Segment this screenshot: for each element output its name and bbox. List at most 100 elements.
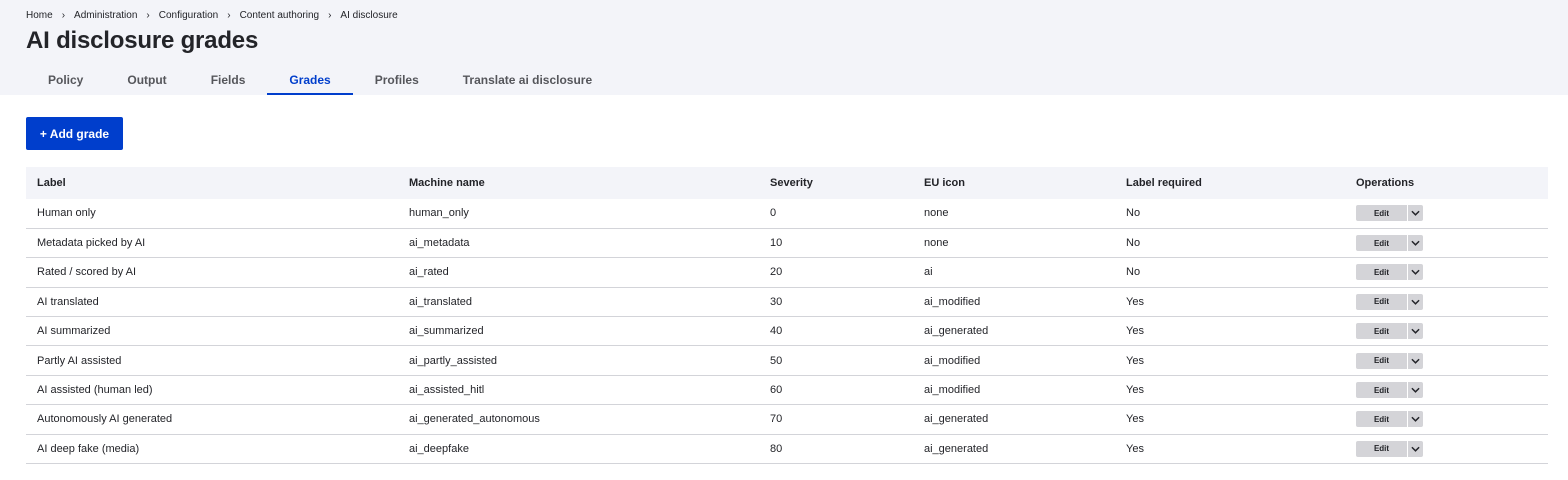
- edit-button[interactable]: Edit: [1356, 440, 1407, 457]
- table-row: AI summarized ai_summarized 40 ai_generated…: [26, 316, 1548, 347]
- table-row: Metadata picked by AI ai_metadata 10 none No…: [26, 228, 1548, 259]
- operations-dropbutton: Edit: [1356, 264, 1537, 281]
- tab-profiles[interactable]: Profiles: [353, 64, 441, 95]
- column-header-eu-icon: EU icon: [913, 167, 1115, 199]
- column-header-label-required: Label required: [1115, 167, 1345, 199]
- cell-label-required: Yes: [1115, 316, 1345, 347]
- operations-toggle-button[interactable]: [1407, 235, 1423, 252]
- cell-machine-name: ai_generated_autonomous: [398, 404, 759, 435]
- cell-eu-icon: none: [913, 228, 1115, 259]
- breadcrumb-separator-icon: ›: [61, 10, 66, 21]
- column-header-operations: Operations: [1345, 167, 1548, 199]
- cell-label: Human only: [26, 199, 398, 229]
- chevron-down-icon: [1411, 210, 1420, 217]
- cell-label-required: No: [1115, 228, 1345, 259]
- operations-toggle-button[interactable]: [1407, 352, 1423, 369]
- add-grade-button[interactable]: + Add grade: [26, 117, 123, 150]
- chevron-down-icon: [1411, 358, 1420, 364]
- cell-machine-name: human_only: [398, 199, 759, 229]
- tab-output[interactable]: Output: [105, 64, 188, 95]
- cell-operations: Edit: [1345, 316, 1548, 347]
- breadcrumb-item[interactable]: Configuration: [159, 10, 218, 22]
- table-row: Autonomously AI generated ai_generated_au…: [26, 404, 1548, 435]
- operations-dropbutton: Edit: [1356, 323, 1537, 340]
- cell-machine-name: ai_summarized: [398, 316, 759, 347]
- cell-label-required: Yes: [1115, 345, 1345, 376]
- cell-label: AI deep fake (media): [26, 434, 398, 465]
- cell-eu-icon: ai_modified: [913, 345, 1115, 376]
- cell-operations: Edit: [1345, 199, 1548, 229]
- cell-eu-icon: ai_generated: [913, 434, 1115, 465]
- tab-grades[interactable]: Grades: [267, 64, 354, 95]
- operations-dropbutton: Edit: [1356, 382, 1537, 399]
- tab-fields[interactable]: Fields: [189, 64, 268, 95]
- cell-machine-name: ai_deepfake: [398, 434, 759, 465]
- operations-dropbutton: Edit: [1356, 205, 1537, 222]
- breadcrumb-separator-icon: ›: [227, 10, 231, 21]
- cell-severity: 30: [759, 287, 913, 318]
- edit-button[interactable]: Edit: [1356, 411, 1407, 428]
- cell-label-required: Yes: [1115, 375, 1345, 406]
- edit-button[interactable]: Edit: [1356, 205, 1407, 222]
- cell-eu-icon: ai_generated: [913, 316, 1115, 347]
- cell-eu-icon: none: [913, 199, 1115, 229]
- operations-toggle-button[interactable]: [1407, 411, 1423, 428]
- edit-button[interactable]: Edit: [1356, 323, 1407, 340]
- cell-eu-icon: ai_generated: [913, 404, 1115, 435]
- cell-label: AI assisted (human led): [26, 375, 398, 406]
- tab-translate-ai-disclosure[interactable]: Translate ai disclosure: [441, 64, 614, 95]
- edit-button[interactable]: Edit: [1356, 293, 1407, 310]
- operations-dropbutton: Edit: [1356, 440, 1537, 457]
- cell-eu-icon: ai_modified: [913, 287, 1115, 318]
- column-header-severity: Severity: [759, 167, 913, 199]
- operations-toggle-button[interactable]: [1407, 382, 1423, 399]
- cell-severity: 50: [759, 345, 913, 376]
- cell-eu-icon: ai_modified: [913, 375, 1115, 406]
- operations-toggle-button[interactable]: [1407, 205, 1423, 222]
- breadcrumb-item[interactable]: Content authoring: [240, 10, 320, 22]
- column-header-machine-name: Machine name: [398, 167, 759, 199]
- cell-machine-name: ai_assisted_hitl: [398, 375, 759, 406]
- breadcrumb-item[interactable]: Home: [26, 10, 53, 22]
- cell-label: AI summarized: [26, 316, 398, 347]
- cell-eu-icon: ai: [913, 257, 1115, 288]
- grades-table: Label Machine name Severity EU icon Labe…: [26, 167, 1548, 465]
- breadcrumb: Home › Administration › Configuration › Conten…: [26, 10, 398, 22]
- cell-severity: 80: [759, 434, 913, 465]
- edit-button[interactable]: Edit: [1356, 352, 1407, 369]
- cell-label: Autonomously AI generated: [26, 404, 398, 435]
- tab-policy[interactable]: Policy: [26, 64, 105, 95]
- cell-machine-name: ai_rated: [398, 257, 759, 288]
- table-row: Partly AI assisted ai_partly_assisted 50 ai…: [26, 345, 1548, 376]
- edit-button[interactable]: Edit: [1356, 264, 1407, 281]
- cell-severity: 70: [759, 404, 913, 435]
- operations-toggle-button[interactable]: [1407, 440, 1423, 457]
- breadcrumb-item[interactable]: Administration: [74, 10, 137, 22]
- cell-machine-name: ai_metadata: [398, 228, 759, 259]
- cell-label: Metadata picked by AI: [26, 228, 398, 259]
- cell-severity: 20: [759, 257, 913, 288]
- operations-toggle-button[interactable]: [1407, 293, 1423, 310]
- cell-operations: Edit: [1345, 404, 1548, 435]
- cell-severity: 60: [759, 375, 913, 406]
- cell-severity: 10: [759, 228, 913, 259]
- operations-toggle-button[interactable]: [1407, 264, 1423, 281]
- operations-dropbutton: Edit: [1356, 352, 1537, 369]
- breadcrumb-separator-icon: ›: [146, 10, 150, 21]
- cell-machine-name: ai_translated: [398, 287, 759, 318]
- chevron-down-icon: [1411, 387, 1420, 393]
- table-row: Rated / scored by AI ai_rated 20 ai No Edit: [26, 257, 1548, 288]
- breadcrumb-item[interactable]: AI disclosure: [340, 10, 397, 22]
- cell-label-required: No: [1115, 257, 1345, 288]
- edit-button[interactable]: Edit: [1356, 235, 1407, 252]
- page-header: Home › Administration › Configuration › Conten…: [0, 0, 1568, 95]
- tab-bar: Policy Output Fields Grades Profiles Translat…: [26, 64, 614, 95]
- cell-operations: Edit: [1345, 375, 1548, 406]
- chevron-down-icon: [1411, 328, 1420, 335]
- table-header-row: Label Machine name Severity EU icon Labe…: [26, 167, 1548, 199]
- breadcrumb-separator-icon: ›: [328, 10, 332, 21]
- table-row: AI assisted (human led) ai_assisted_hitl 6…: [26, 375, 1548, 406]
- edit-button[interactable]: Edit: [1356, 382, 1407, 399]
- operations-dropbutton: Edit: [1356, 235, 1537, 252]
- operations-toggle-button[interactable]: [1407, 323, 1423, 340]
